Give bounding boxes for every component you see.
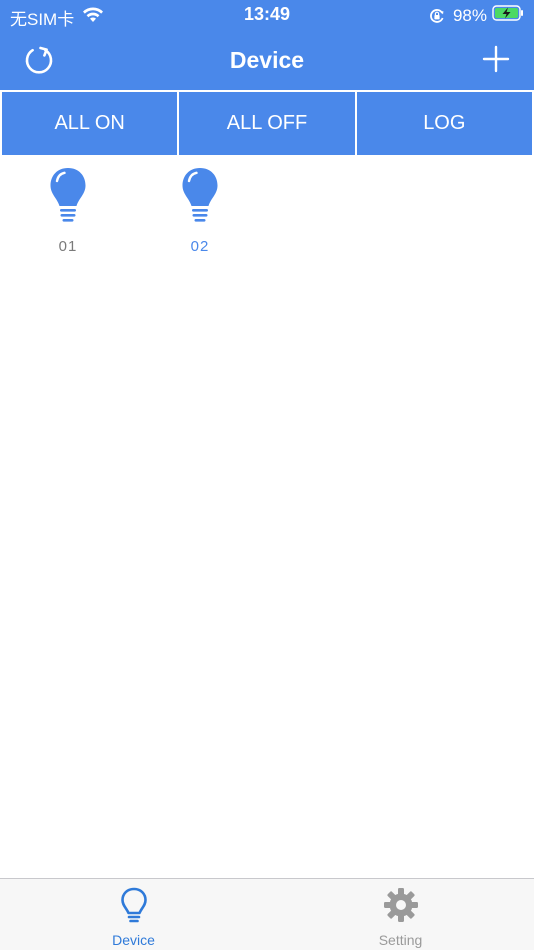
status-bar: 无SIM卡 13:49 98% xyxy=(0,0,534,30)
lightbulb-outline-icon xyxy=(119,887,149,928)
tab-setting[interactable]: Setting xyxy=(267,879,534,950)
tab-device[interactable]: Device xyxy=(0,879,267,950)
lightbulb-icon xyxy=(23,166,113,224)
header: 无SIM卡 13:49 98% Device xyxy=(0,0,534,90)
orientation-lock-icon xyxy=(429,8,445,24)
tab-label: Setting xyxy=(378,932,423,948)
device-label: 01 xyxy=(58,238,78,255)
gear-icon xyxy=(383,887,419,928)
all-on-button[interactable]: ALL ON xyxy=(0,90,180,157)
device-tile[interactable]: 01 xyxy=(23,166,113,266)
lightbulb-icon xyxy=(155,166,245,224)
log-button[interactable]: LOG xyxy=(356,90,534,157)
device-tile[interactable]: 02 xyxy=(155,166,245,266)
tab-bar: Device Setting xyxy=(0,878,534,950)
device-label: 02 xyxy=(190,238,210,255)
all-off-button[interactable]: ALL OFF xyxy=(179,90,357,157)
plus-icon[interactable] xyxy=(482,45,510,73)
nav-bar: Device xyxy=(0,36,534,86)
battery-charging-icon xyxy=(492,5,524,26)
action-row: ALL ON ALL OFF LOG xyxy=(0,90,534,157)
battery-percent: 98% xyxy=(452,5,487,25)
tab-label: Device xyxy=(112,932,155,948)
status-right: 98% xyxy=(429,5,524,26)
page-title: Device xyxy=(229,47,305,73)
